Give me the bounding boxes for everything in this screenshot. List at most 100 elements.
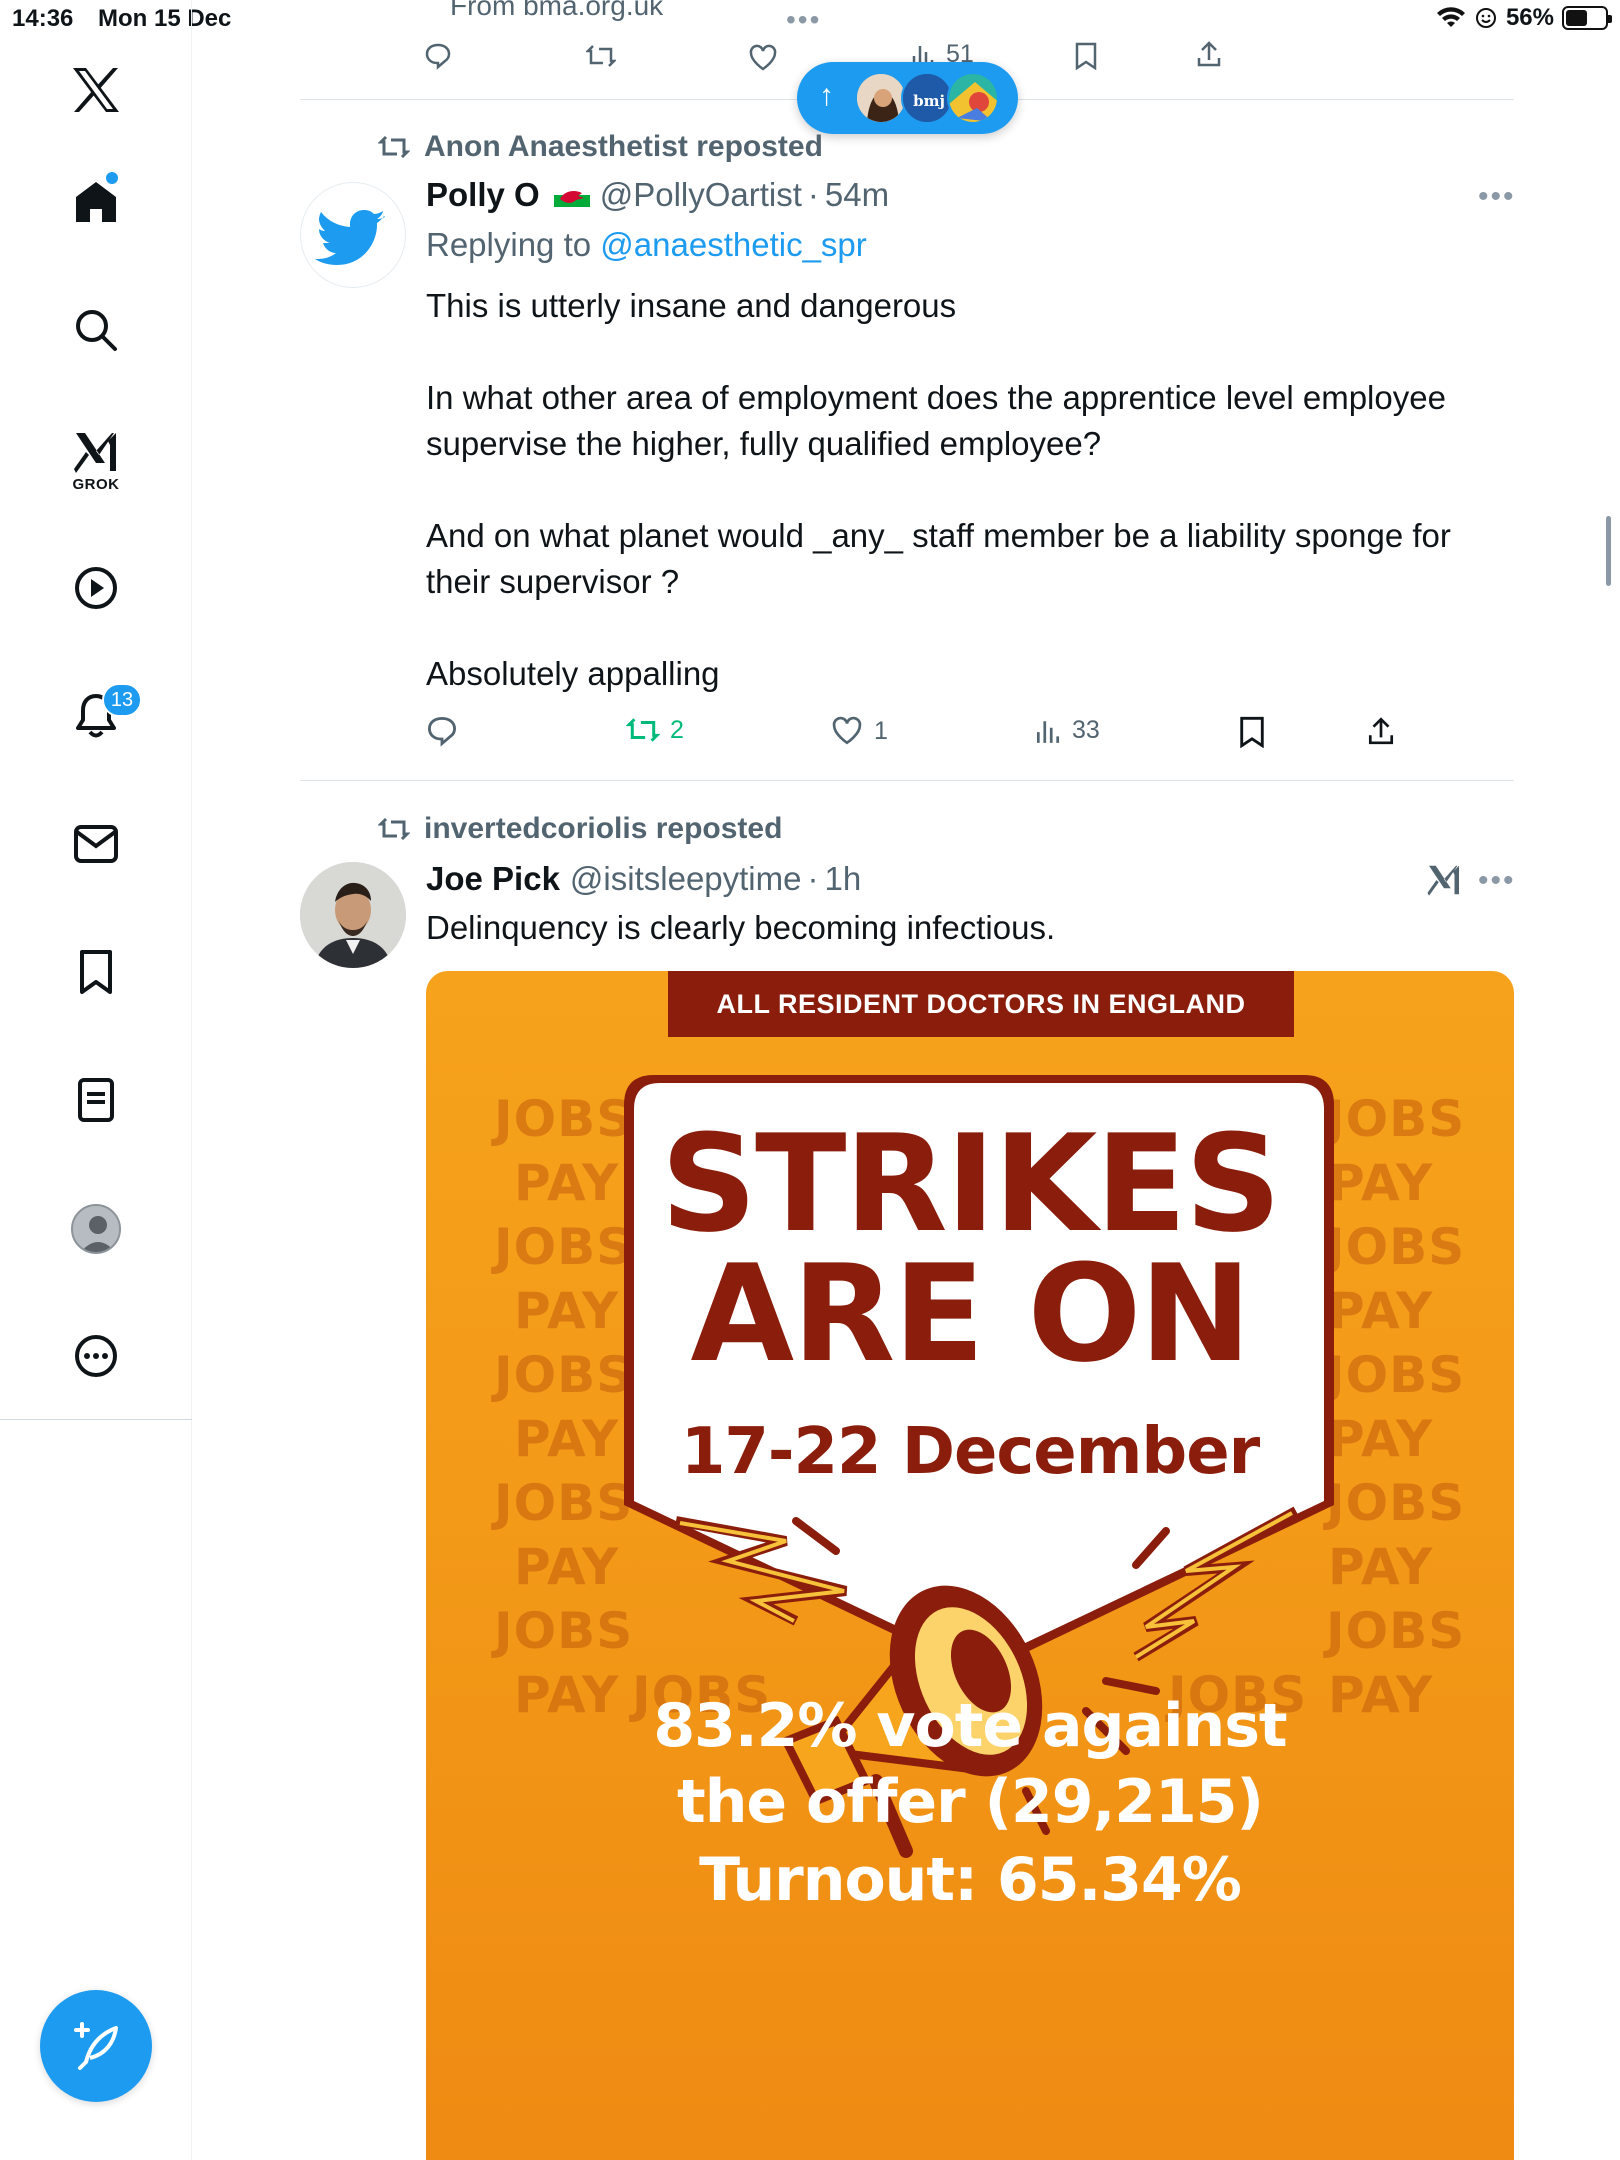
more-options-icon[interactable] xyxy=(64,1324,128,1388)
new-posts-pill[interactable]: ↑ bmj xyxy=(797,62,1018,134)
retweet-icon xyxy=(626,718,660,742)
grok-label: GROK xyxy=(72,476,120,493)
replying-to-label: Replying to xyxy=(426,226,592,263)
twitter-bird-avatar[interactable] xyxy=(300,182,406,288)
retweet-button[interactable] xyxy=(586,42,616,70)
replying-to: Replying to @anaesthetic_spr xyxy=(426,226,867,264)
bookmark-icon xyxy=(1240,716,1264,748)
notification-count-badge: 13 xyxy=(102,683,142,717)
poster-dates: 17-22 December xyxy=(680,1415,1260,1489)
battery-fill xyxy=(1566,10,1587,26)
video-icon[interactable] xyxy=(64,556,128,620)
author-name[interactable]: Polly O xyxy=(426,176,540,214)
link-source-text[interactable]: From bma.org.uk xyxy=(450,0,663,22)
colorful-avatar xyxy=(947,72,999,124)
tweet-line: their supervisor ? xyxy=(426,563,680,600)
svg-text:bmj: bmj xyxy=(913,92,945,110)
like-button[interactable]: 1 xyxy=(830,716,888,746)
tweet-time[interactable]: 1h xyxy=(825,860,862,898)
search-icon[interactable] xyxy=(64,298,128,362)
scrollbar[interactable] xyxy=(1606,516,1611,586)
share-button[interactable] xyxy=(1366,716,1396,746)
tweet-line: This is utterly insane and dangerous xyxy=(426,287,957,324)
person-avatar xyxy=(855,72,907,124)
poster-stat-1: 83.2% vote against xyxy=(653,1691,1287,1761)
arrow-up-icon: ↑ xyxy=(819,79,834,112)
bookmark-button[interactable] xyxy=(1074,42,1098,70)
views-count: 33 xyxy=(1072,716,1100,744)
reply-button[interactable] xyxy=(424,42,452,70)
reply-button[interactable] xyxy=(426,715,458,747)
poster-bg-word: PAY xyxy=(514,1538,620,1596)
multitask-dots-icon[interactable]: ••• xyxy=(786,4,821,36)
heart-icon xyxy=(832,716,862,745)
reply-icon xyxy=(427,716,457,747)
dot-separator: · xyxy=(807,860,819,897)
retweet-icon xyxy=(378,135,410,159)
retweet-count: 2 xyxy=(670,715,684,744)
poster-headline-2: ARE ON xyxy=(690,1236,1251,1392)
tweet-line: And on what planet would _any_ staff mem… xyxy=(426,517,1451,554)
replying-to-handle[interactable]: @anaesthetic_spr xyxy=(600,226,866,263)
retweet-icon xyxy=(378,817,410,841)
author-avatar[interactable] xyxy=(300,862,406,968)
compose-feather-icon xyxy=(74,2022,118,2070)
compose-post-button[interactable] xyxy=(40,1990,152,2102)
tweet-body: This is utterly insane and dangerous In … xyxy=(426,283,1451,697)
battery-icon xyxy=(1562,6,1612,30)
profile-avatar-icon[interactable] xyxy=(71,1204,121,1254)
share-icon xyxy=(1197,41,1221,67)
reply-icon xyxy=(425,43,451,70)
tweet-author-line: Joe Pick @isitsleepytime · 1h xyxy=(426,860,861,898)
tweet-author-line: Polly O @PollyOartist · 54m xyxy=(426,176,889,214)
author-handle[interactable]: @PollyOartist xyxy=(600,176,802,214)
tweet-line: Absolutely appalling xyxy=(426,655,720,692)
author-name[interactable]: Joe Pick xyxy=(426,860,560,898)
wifi-icon xyxy=(1436,7,1465,27)
share-button[interactable] xyxy=(1196,40,1222,68)
home-icon[interactable] xyxy=(64,170,128,234)
poster-bg-word: JOBS xyxy=(1326,1602,1466,1660)
poster-bg-word: PAY xyxy=(1328,1538,1434,1596)
like-button[interactable] xyxy=(748,44,778,72)
tweet-more-icon[interactable]: ••• xyxy=(1478,864,1516,898)
wales-flag-icon xyxy=(553,183,590,207)
bookmark-button[interactable] xyxy=(1238,716,1266,748)
repost-label: Anon Anaesthetist reposted xyxy=(424,130,823,163)
lists-icon[interactable] xyxy=(64,1068,128,1132)
grok-icon[interactable] xyxy=(64,420,128,484)
grok-explain-icon[interactable] xyxy=(1426,862,1462,903)
views-icon xyxy=(1036,720,1060,743)
messages-icon[interactable] xyxy=(64,812,128,876)
focus-mode-icon xyxy=(1475,8,1496,28)
battery-percent: 56% xyxy=(1505,4,1554,31)
tweet-line: supervise the higher, fully qualified em… xyxy=(426,425,1102,462)
views-button[interactable]: 33 xyxy=(1034,716,1100,745)
tweet-more-icon[interactable]: ••• xyxy=(1478,180,1516,214)
dot-separator: · xyxy=(807,176,819,213)
strike-poster-image[interactable]: ALL RESIDENT DOCTORS IN ENGLAND JOBS PAY… xyxy=(426,971,1514,2160)
poster-banner: ALL RESIDENT DOCTORS IN ENGLAND xyxy=(668,971,1294,1037)
tweet-time[interactable]: 54m xyxy=(825,176,889,214)
retweet-button[interactable]: 2 xyxy=(626,715,684,745)
repost-indicator[interactable]: Anon Anaesthetist reposted xyxy=(378,130,823,164)
bookmarks-icon[interactable] xyxy=(64,940,128,1004)
home-unread-dot xyxy=(106,172,118,184)
heart-icon xyxy=(749,44,777,71)
tweet-divider xyxy=(300,780,1514,781)
tweet-line: In what other area of employment does th… xyxy=(426,379,1446,416)
status-indicators: 56% xyxy=(1436,4,1612,32)
poster-stat-3: Turnout: 65.34% xyxy=(699,1845,1242,1915)
poster-headline-1: STRIKES xyxy=(660,1106,1282,1262)
retweet-icon xyxy=(586,45,616,67)
like-count: 1 xyxy=(874,716,888,745)
repost-indicator[interactable]: invertedcoriolis reposted xyxy=(378,812,782,846)
status-bar: 14:36 Mon 15 Dec ••• 56% xyxy=(0,0,1620,40)
tweet-body: Delinquency is clearly becoming infectio… xyxy=(426,909,1056,946)
poster-stat-2: the offer (29,215) xyxy=(677,1767,1264,1837)
bmj-avatar: bmj xyxy=(901,72,953,124)
repost-label: invertedcoriolis reposted xyxy=(424,812,783,845)
x-logo-icon[interactable] xyxy=(64,58,128,122)
sidebar-separator xyxy=(0,1419,192,1420)
author-handle[interactable]: @isitsleepytime xyxy=(570,860,802,898)
